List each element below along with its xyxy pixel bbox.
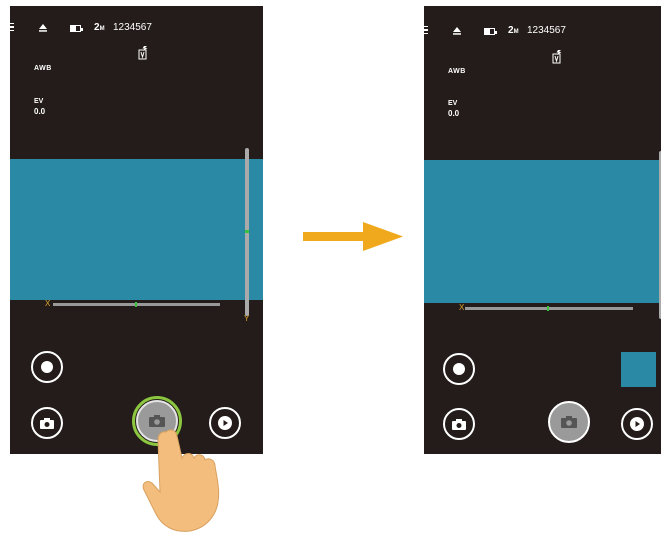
camera-mode-button[interactable]	[31, 407, 63, 439]
x-axis-label: X	[45, 299, 51, 308]
shape-button[interactable]	[31, 351, 63, 383]
camera-screen-after: 2M 1234567 AWB EV 0.0 X	[424, 6, 661, 454]
ev-value: 0.0	[448, 109, 460, 118]
horizontal-level-scale	[53, 302, 220, 307]
live-preview	[424, 160, 661, 303]
play-icon	[630, 417, 644, 431]
ev-label: EV	[34, 98, 44, 105]
menu-icon[interactable]	[424, 26, 428, 36]
ev-label: EV	[448, 100, 458, 107]
resolution-indicator: 2M	[94, 22, 105, 33]
white-balance-label[interactable]: AWB	[448, 68, 466, 75]
ev-value: 0.0	[34, 107, 46, 116]
x-axis-label: X	[459, 303, 465, 312]
captured-thumbnail[interactable]	[621, 352, 656, 387]
shot-count: 1234567	[113, 22, 152, 33]
playback-button[interactable]	[621, 408, 653, 440]
shape-button[interactable]	[443, 353, 475, 385]
horizontal-level-scale	[465, 306, 633, 311]
arrow-right-icon	[303, 222, 403, 251]
hand-pointer-icon	[142, 429, 220, 532]
camera-icon	[40, 417, 54, 429]
resolution-indicator: 2M	[508, 25, 519, 36]
shape-icon	[41, 361, 53, 373]
shutter-button[interactable]	[548, 401, 590, 443]
horizontal-level-mark	[547, 306, 549, 311]
shot-count: 1234567	[527, 25, 566, 36]
flash-icon	[552, 50, 562, 64]
vertical-level-scale	[245, 148, 249, 316]
camera-icon	[452, 418, 466, 430]
camera-screen-before: 2M 1234567 AWB EV 0.0 X Y	[10, 6, 263, 454]
live-preview	[10, 159, 263, 300]
camera-icon	[561, 416, 577, 428]
eject-icon	[453, 27, 461, 35]
flash-icon	[138, 46, 148, 60]
camera-icon	[149, 415, 165, 427]
eject-icon	[39, 24, 47, 32]
horizontal-level-mark	[135, 302, 137, 307]
y-axis-label: Y	[244, 314, 250, 323]
battery-icon	[70, 25, 83, 32]
menu-icon[interactable]	[10, 23, 14, 33]
vertical-level-mark	[245, 230, 249, 233]
white-balance-label[interactable]: AWB	[34, 65, 52, 72]
battery-icon	[484, 28, 497, 35]
camera-mode-button[interactable]	[443, 408, 475, 440]
shape-icon	[453, 363, 465, 375]
